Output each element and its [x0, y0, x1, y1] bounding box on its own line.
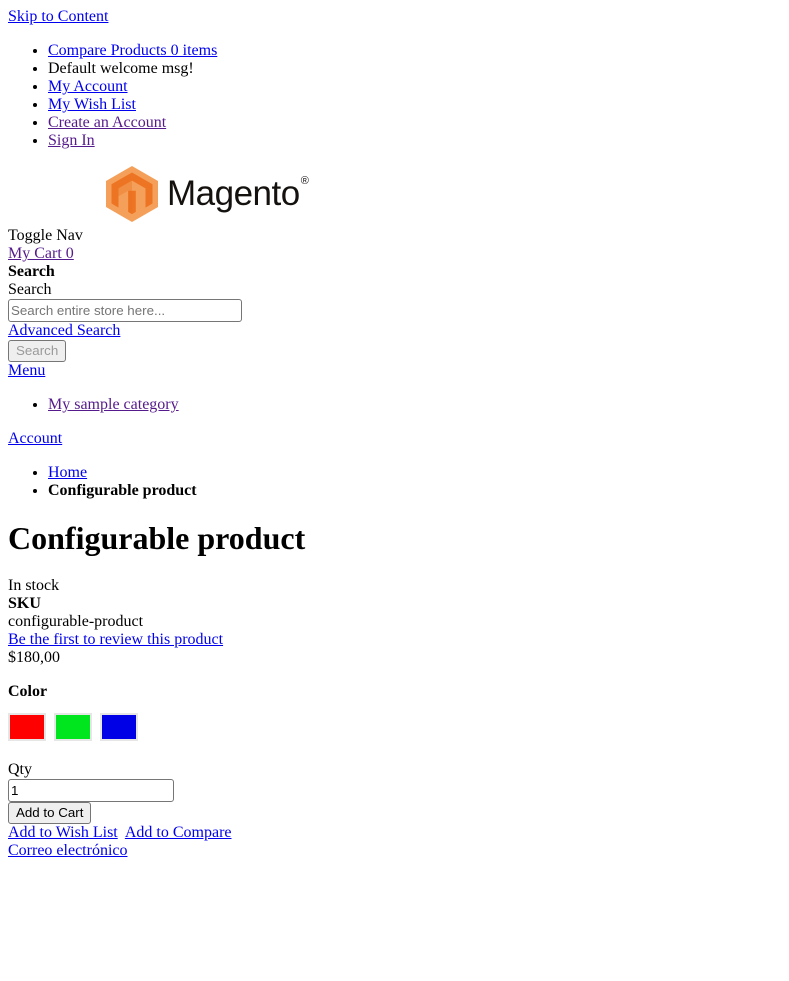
- advanced-search-link[interactable]: Advanced Search: [8, 322, 120, 339]
- review-link-wrapper: Be the first to review this product: [8, 631, 781, 649]
- welcome-message: Default welcome msg!: [48, 60, 194, 77]
- search-submit-wrapper: Search: [8, 340, 781, 362]
- list-item: Default welcome msg!: [48, 60, 781, 78]
- sku-value: configurable-product: [8, 613, 144, 631]
- toggle-nav-button[interactable]: Toggle Nav: [8, 227, 83, 244]
- add-to-wishlist-link[interactable]: Add to Wish List: [8, 824, 118, 841]
- list-item: My sample category: [48, 396, 781, 414]
- email-link-wrapper: Correo electrónico: [8, 842, 781, 860]
- search-input[interactable]: [8, 299, 242, 322]
- menu-link-wrapper: Menu: [8, 362, 781, 380]
- qty-label: Qty: [8, 761, 32, 779]
- magento-wordmark: Magento®: [167, 174, 309, 214]
- trademark-symbol: ®: [300, 175, 309, 188]
- add-to-compare-link[interactable]: Add to Compare: [125, 824, 232, 841]
- qty-stepper[interactable]: [8, 779, 174, 803]
- sign-in-link[interactable]: Sign In: [48, 132, 95, 149]
- compare-products-link[interactable]: Compare Products 0 items: [48, 42, 217, 59]
- list-item: Sign In: [48, 132, 781, 150]
- my-cart-link[interactable]: My Cart 0: [8, 245, 74, 262]
- toggle-nav-wrapper: Toggle Nav: [8, 227, 781, 245]
- email-share-link[interactable]: Correo electrónico: [8, 842, 128, 859]
- add-to-cart-button[interactable]: Add to Cart: [8, 802, 92, 825]
- advanced-search-wrapper: Advanced Search: [8, 322, 781, 340]
- search-submit-button[interactable]: Search: [8, 340, 67, 362]
- breadcrumb: Home Configurable product: [8, 464, 781, 500]
- nav-item-my-sample-category[interactable]: My sample category: [48, 396, 179, 413]
- product-secondary-actions: Add to Wish List Add to Compare: [8, 824, 781, 842]
- list-item: Create an Account: [48, 114, 781, 132]
- sku-label: SKU: [8, 595, 41, 613]
- add-to-cart-wrapper: Add to Cart: [8, 802, 781, 825]
- account-link-wrapper: Account: [8, 430, 781, 448]
- color-swatch-red[interactable]: [8, 713, 46, 742]
- color-swatch-blue[interactable]: [100, 713, 138, 742]
- color-option-label: Color: [8, 683, 48, 701]
- magento-logo-icon: [106, 166, 158, 222]
- stock-status: In stock: [8, 577, 60, 595]
- write-review-link[interactable]: Be the first to review this product: [8, 631, 223, 648]
- my-account-link[interactable]: My Account: [48, 78, 128, 95]
- account-link[interactable]: Account: [8, 430, 62, 447]
- create-account-link[interactable]: Create an Account: [48, 114, 166, 131]
- skip-to-content-link[interactable]: Skip to Content: [8, 8, 108, 25]
- magento-logo-link[interactable]: Magento®: [106, 166, 309, 222]
- skip-to-content-link-wrapper: Skip to Content: [8, 8, 781, 26]
- breadcrumb-home-link[interactable]: Home: [48, 464, 87, 481]
- breadcrumb-item-home: Home: [48, 464, 781, 482]
- search-label: Search: [8, 281, 52, 298]
- list-item: Compare Products 0 items: [48, 42, 781, 60]
- category-nav-list: My sample category: [8, 396, 781, 414]
- list-item: My Wish List: [48, 96, 781, 114]
- page-title: Configurable product: [8, 520, 306, 556]
- header-top-links: Compare Products 0 items Default welcome…: [8, 42, 781, 150]
- breadcrumb-item-current: Configurable product: [48, 482, 781, 500]
- list-item: My Account: [48, 78, 781, 96]
- qty-input-wrapper: [8, 779, 781, 803]
- search-input-wrapper: [8, 299, 781, 322]
- cart-link-wrapper: My Cart 0: [8, 245, 781, 263]
- color-swatch-green[interactable]: [54, 713, 92, 742]
- my-wish-list-link[interactable]: My Wish List: [48, 96, 136, 113]
- menu-link[interactable]: Menu: [8, 362, 45, 379]
- logo-wrapper: Magento®: [8, 166, 781, 227]
- magento-wordmark-text: Magento: [167, 174, 300, 213]
- color-swatch-list: [8, 713, 781, 742]
- product-price: $180,00: [8, 649, 60, 667]
- search-heading: Search: [8, 263, 55, 280]
